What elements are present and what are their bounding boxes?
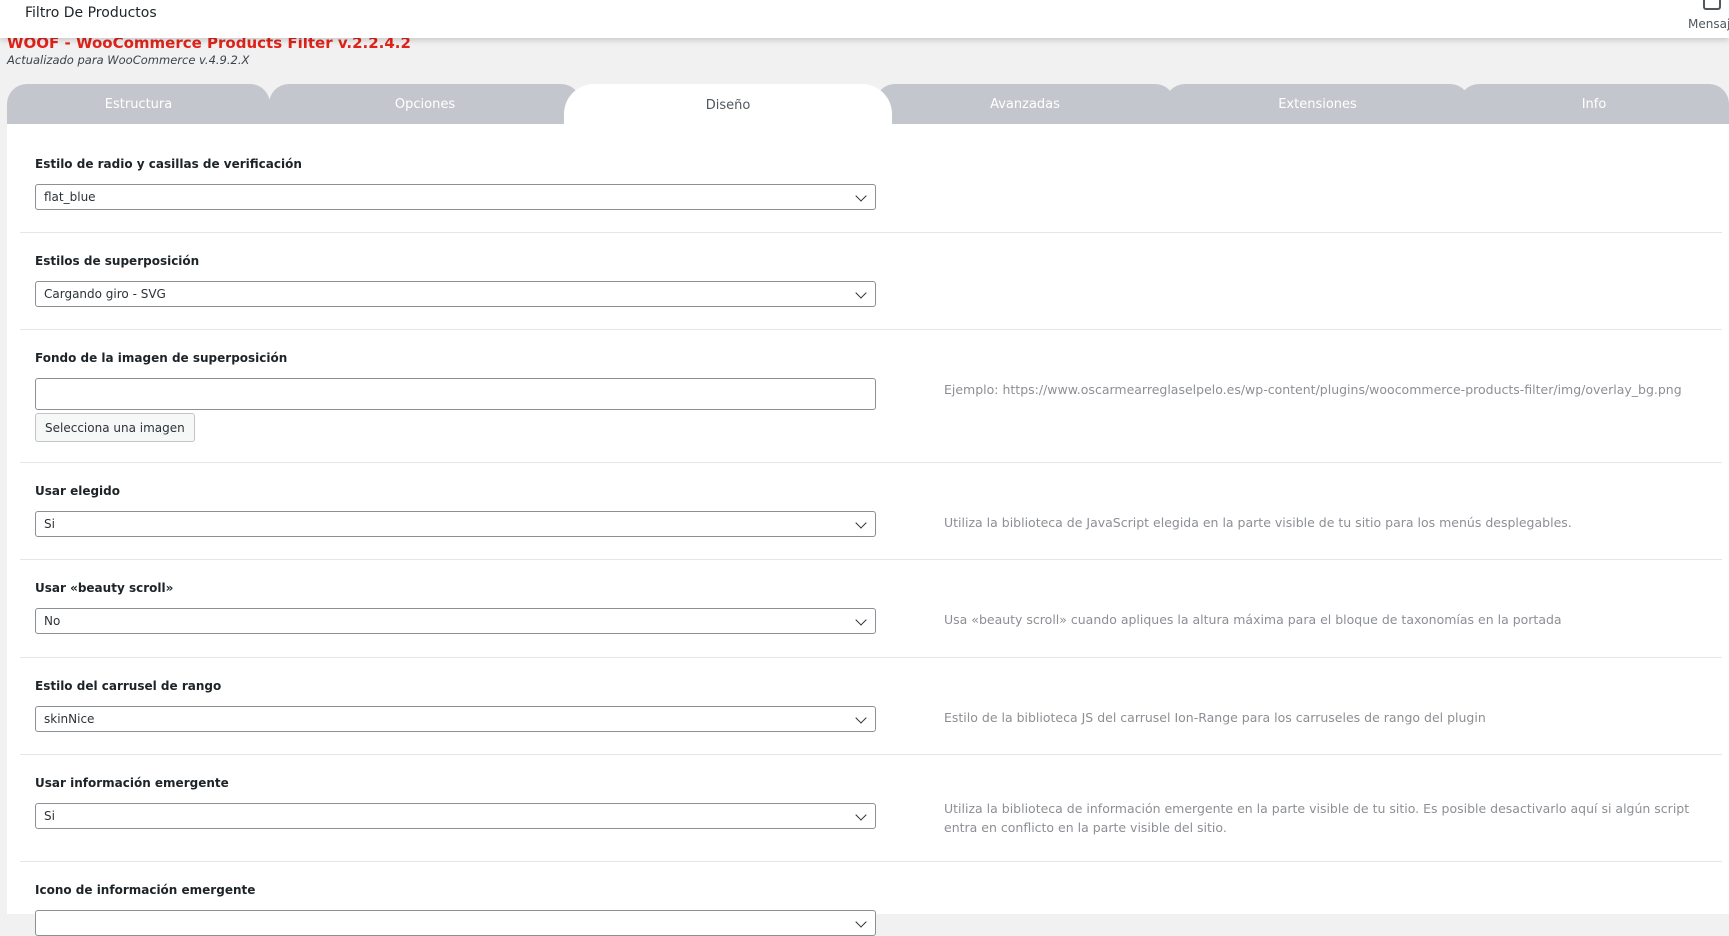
setting-description: Utiliza la biblioteca de información eme… [944, 801, 1690, 835]
setting-row-overlay-image: Fondo de la imagen de superposición Sele… [20, 330, 1722, 463]
setting-description: Usa «beauty scroll» cuando apliques la a… [944, 612, 1562, 627]
checkbox-style-select[interactable]: flat_blue [35, 184, 876, 210]
chevron-down-icon [855, 287, 867, 299]
inbox-icon[interactable] [1703, 0, 1721, 10]
setting-label: Icono de información emergente [35, 883, 256, 897]
use-chosen-select[interactable]: Si [35, 511, 876, 537]
setting-label: Estilo de radio y casillas de verificaci… [35, 157, 302, 171]
select-value: No [44, 614, 61, 628]
messages-link[interactable]: Mensaje [1688, 17, 1729, 31]
tab-extensiones[interactable]: Extensiones [1165, 84, 1470, 124]
setting-label: Usar «beauty scroll» [35, 581, 174, 595]
setting-label: Fondo de la imagen de superposición [35, 351, 288, 365]
tab-avanzadas[interactable]: Avanzadas [875, 84, 1175, 124]
setting-row-beauty-scroll: Usar «beauty scroll» No Usa «beauty scro… [20, 560, 1722, 658]
chevron-down-icon [855, 190, 867, 202]
tab-opciones[interactable]: Opciones [269, 84, 581, 124]
setting-label: Estilo del carrusel de rango [35, 679, 222, 693]
tab-info[interactable]: Info [1459, 84, 1729, 124]
setting-label: Estilos de superposición [35, 254, 200, 268]
select-value: flat_blue [44, 190, 96, 204]
chevron-down-icon [855, 809, 867, 821]
setting-row-tooltip: Usar información emergente Si Utiliza la… [20, 755, 1722, 862]
chevron-down-icon [855, 916, 867, 928]
setting-label: Usar información emergente [35, 776, 229, 790]
setting-row-tooltip-icon: Icono de información emergente [20, 862, 1722, 936]
setting-description: Estilo de la biblioteca JS del carrusel … [944, 710, 1486, 725]
page-title: Filtro De Productos [25, 5, 157, 21]
range-slider-skin-select[interactable]: skinNice [35, 706, 876, 732]
setting-row-use-chosen: Usar elegido Si Utiliza la biblioteca de… [20, 463, 1722, 560]
select-value: Si [44, 809, 55, 823]
tab-estructura[interactable]: Estructura [7, 84, 270, 124]
select-value: Cargando giro - SVG [44, 287, 166, 301]
chevron-down-icon [855, 712, 867, 724]
plugin-subtitle: Actualizado para WooCommerce v.4.9.2.X [7, 53, 250, 67]
setting-row-overlay-style: Estilos de superposición Cargando giro -… [20, 233, 1722, 330]
setting-row-checkbox-style: Estilo de radio y casillas de verificaci… [20, 124, 1722, 233]
overlay-style-select[interactable]: Cargando giro - SVG [35, 281, 876, 307]
chevron-down-icon [855, 614, 867, 626]
beauty-scroll-select[interactable]: No [35, 608, 876, 634]
use-tooltip-select[interactable]: Si [35, 803, 876, 829]
setting-description: Ejemplo: https://www.oscarmearreglaselpe… [944, 382, 1682, 397]
setting-description: Utiliza la biblioteca de JavaScript eleg… [944, 515, 1572, 530]
design-settings-panel: Estilo de radio y casillas de verificaci… [7, 124, 1729, 936]
settings-tabs: Estructura Opciones Diseño Avanzadas Ext… [7, 84, 1729, 126]
chevron-down-icon [855, 517, 867, 529]
tab-diseno[interactable]: Diseño [564, 84, 892, 126]
select-image-button[interactable]: Selecciona una imagen [35, 413, 195, 442]
setting-row-range-slider-skin: Estilo del carrusel de rango skinNice Es… [20, 658, 1722, 755]
setting-label: Usar elegido [35, 484, 121, 498]
select-value: skinNice [44, 712, 95, 726]
select-value: Si [44, 517, 55, 531]
overlay-image-url-input[interactable] [35, 378, 876, 410]
admin-top-bar: Filtro De Productos Mensaje [0, 0, 1729, 38]
